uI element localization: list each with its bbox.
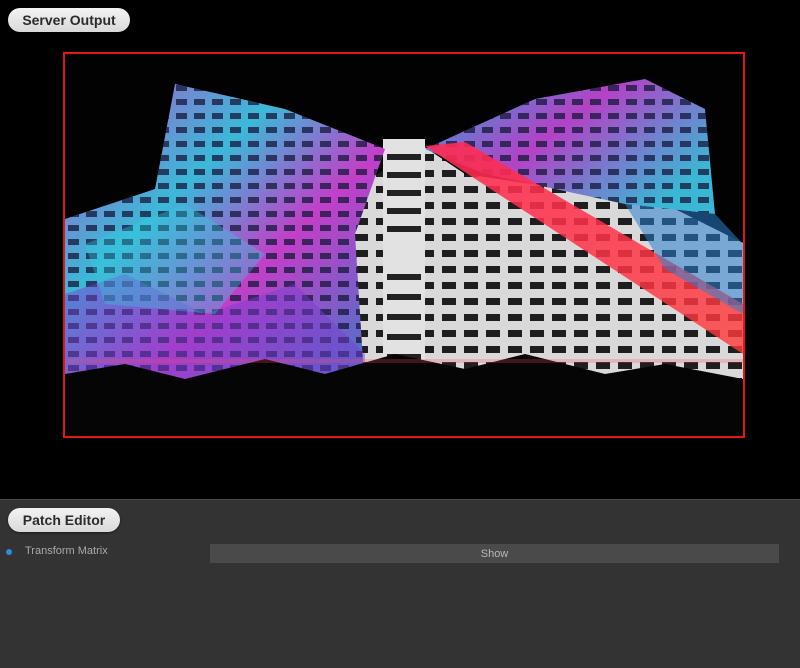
- server-output-panel: Server Output: [0, 0, 800, 499]
- parameter-label: Transform Matrix: [25, 545, 108, 557]
- projection-preview-image: [65, 54, 743, 436]
- param-indicator-icon: [6, 549, 12, 555]
- parameter-row-transform-matrix: Transform Matrix Show: [0, 544, 800, 564]
- output-frame: [63, 52, 745, 438]
- show-button[interactable]: Show: [210, 544, 779, 563]
- server-output-title: Server Output: [8, 8, 130, 32]
- patch-editor-panel: Patch Editor Transform Matrix Show: [0, 499, 800, 668]
- patch-editor-title: Patch Editor: [8, 508, 120, 532]
